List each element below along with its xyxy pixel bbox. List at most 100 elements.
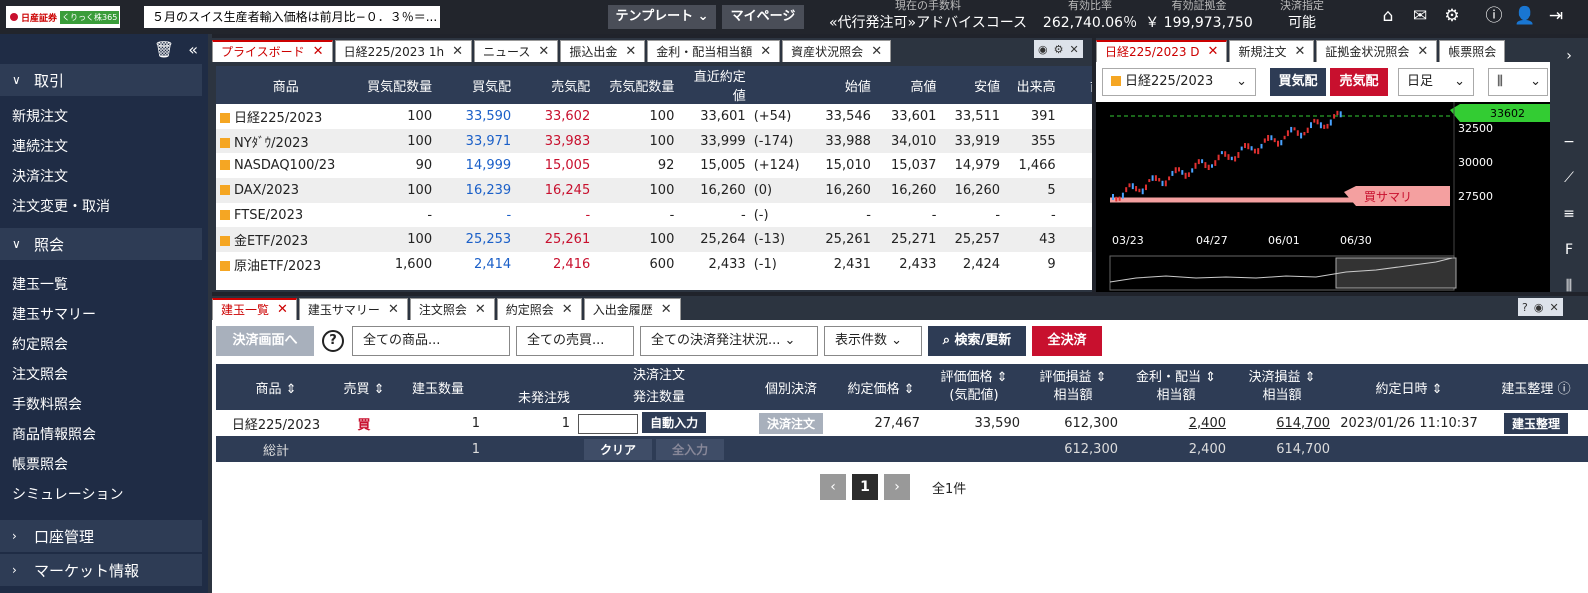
close-icon[interactable]: ✕	[452, 42, 463, 62]
tab-nikkei-1h[interactable]: 日経225/2023 1h ✕	[334, 40, 473, 62]
tab-priceboard[interactable]: プライスボード ✕	[212, 40, 333, 62]
section-trade[interactable]: ∨ 取引	[0, 64, 202, 96]
close-icon[interactable]: ✕	[760, 42, 771, 62]
header-side[interactable]: 売買 ⇕	[336, 364, 392, 410]
prev-page-button[interactable]: ‹	[820, 474, 846, 500]
trash-icon[interactable]: 🗑	[154, 40, 174, 59]
header-interest[interactable]: 金利・配当 ⇕ 相当額	[1122, 364, 1230, 410]
sidebar-item[interactable]: 手数料照会	[0, 390, 208, 420]
search-update-button[interactable]: ⌕ 検索/更新	[928, 326, 1026, 356]
sidebar-item[interactable]: 注文照会	[0, 360, 208, 390]
header-pl[interactable]: 評価損益 ⇕ 相当額	[1024, 364, 1122, 410]
count-filter[interactable]: 表示件数 ⌄	[824, 326, 922, 356]
close-icon[interactable]: ✕	[562, 300, 573, 320]
section-inquiry[interactable]: ∨ 照会	[0, 228, 202, 260]
table-row[interactable]: FTSE/2023- - - - - (-) - - - -	[216, 203, 1092, 228]
cell-interest[interactable]: 2,400	[1122, 410, 1230, 436]
cell-spl[interactable]: 614,700	[1230, 410, 1334, 436]
tab-nikkei-daily[interactable]: 日経225/2023 D ✕	[1096, 40, 1228, 62]
settle-order-button[interactable]: 決済注文	[758, 412, 823, 434]
close-icon[interactable]: ✕	[1208, 42, 1219, 62]
tab-new-order[interactable]: 新規注文 ✕	[1229, 40, 1315, 62]
settle-all-button[interactable]: 全決済	[1032, 326, 1102, 356]
ask-button[interactable]: 売気配	[1330, 68, 1388, 96]
chart-type-select[interactable]: ⫼ ⌄	[1488, 68, 1548, 96]
template-button[interactable]: テンプレート ⌄	[608, 5, 716, 29]
help-icon[interactable]: ?	[1522, 301, 1528, 314]
sidebar-item[interactable]: 注文変更・取消	[0, 192, 208, 222]
tab-assets[interactable]: 資産状況照会 ✕	[782, 40, 892, 62]
section-account[interactable]: › 口座管理	[0, 520, 202, 552]
close-icon[interactable]: ✕	[313, 42, 324, 62]
table-row[interactable]: NYﾀﾞｳ/2023 100 33,971 33,983 100 33,999 (-174)…	[216, 128, 1092, 154]
eye-icon[interactable]: ◉	[1534, 301, 1544, 314]
price-chart[interactable]: 33602 買サマリ 32500 30000 27500 03/23 04/27…	[1096, 102, 1550, 292]
collapse-icon[interactable]: «	[188, 40, 198, 59]
cleanup-button[interactable]: 建玉整理	[1503, 412, 1568, 434]
tab-margin-status[interactable]: 証拠金状況照会 ✕	[1316, 40, 1438, 62]
gear-icon[interactable]: ⚙	[1054, 43, 1064, 56]
side-filter[interactable]: 全ての売買...	[516, 326, 634, 356]
table-row[interactable]: 日経225/2023 100 33,590 33,602 100 33,601 (+54) 3…	[216, 104, 1092, 129]
company-logo[interactable]: 日産証券 くりっく株365	[6, 6, 120, 28]
close-icon[interactable]: ✕	[277, 300, 288, 320]
gear-icon[interactable]: ⚙	[1442, 6, 1462, 26]
tab-interest[interactable]: 金利・配当相当額 ✕	[647, 40, 781, 62]
status-filter[interactable]: 全ての決済発注状況... ⌄	[640, 326, 818, 356]
fill-all-button[interactable]: 全入力	[656, 438, 725, 460]
page-number[interactable]: 1	[852, 474, 878, 500]
logout-icon[interactable]: ⇥	[1546, 6, 1566, 26]
product-filter[interactable]: 全ての商品...	[352, 326, 510, 356]
header-product[interactable]: 商品 ⇕	[216, 364, 336, 410]
tab-reports[interactable]: 帳票照会	[1439, 40, 1506, 62]
close-icon[interactable]: ✕	[475, 300, 486, 320]
symbol-select[interactable]: 日経225/2023 ⌄	[1102, 68, 1256, 96]
sidebar-item[interactable]: 決済注文	[0, 162, 208, 192]
home-icon[interactable]: ⌂	[1378, 6, 1398, 26]
table-row[interactable]: NASDAQ100/23 90 14,999 15,005 92 15,005 (+124)…	[216, 153, 1092, 178]
fib-icon[interactable]: F	[1550, 232, 1588, 268]
header-valuation[interactable]: 評価価格 ⇕ (気配値)	[924, 364, 1024, 410]
sidebar-item[interactable]: 約定照会	[0, 330, 208, 360]
tab-execution-inquiry[interactable]: 約定照会 ✕	[496, 298, 582, 320]
close-icon[interactable]: ✕	[661, 300, 672, 320]
tab-order-inquiry[interactable]: 注文照会 ✕	[409, 298, 495, 320]
sidebar-item[interactable]: 建玉サマリー	[0, 300, 208, 330]
news-ticker[interactable]: ５月のスイス生産者輸入価格は前月比−０．３％＝...	[144, 6, 440, 28]
eye-icon[interactable]: ◉	[1038, 43, 1048, 56]
period-select[interactable]: 日足 ⌄	[1398, 68, 1474, 96]
clear-button[interactable]: クリア	[584, 438, 652, 460]
close-icon[interactable]: ✕	[1069, 43, 1078, 56]
sidebar-item[interactable]: 新規注文	[0, 102, 208, 132]
close-icon[interactable]: ✕	[1294, 42, 1305, 62]
close-icon[interactable]: ✕	[625, 42, 636, 62]
minus-icon[interactable]: −	[1550, 124, 1588, 160]
sidebar-item[interactable]: 連続注文	[0, 132, 208, 162]
tab-withdraw[interactable]: 振込出金 ✕	[560, 40, 646, 62]
sidebar-item[interactable]: 帳票照会	[0, 450, 208, 480]
table-row[interactable]: DAX/2023 100 16,239 16,245 100 16,260 (0) 16,26…	[216, 178, 1092, 203]
next-page-button[interactable]: ›	[884, 474, 910, 500]
close-icon[interactable]: ✕	[1549, 301, 1558, 314]
section-market[interactable]: › マーケット情報	[0, 554, 202, 586]
user-icon[interactable]: 👤	[1514, 6, 1535, 26]
order-qty-input[interactable]	[578, 413, 638, 434]
help-icon[interactable]: ?	[322, 330, 344, 352]
tab-position-summary[interactable]: 建玉サマリー ✕	[298, 298, 408, 320]
help-icon[interactable]: ⓘ	[1484, 6, 1504, 26]
table-row[interactable]: 原油ETF/2023 1,600 2,414 2,416 600 2,433 (-1) 2,4…	[216, 252, 1092, 277]
tab-deposit-history[interactable]: 入出金履歴 ✕	[583, 298, 681, 320]
table-row[interactable]: 金ETF/2023 100 25,253 25,261 100 25,264 (-13) 25…	[216, 227, 1092, 253]
auto-fill-button[interactable]: 自動入力	[642, 412, 707, 434]
line-icon[interactable]: ⟋	[1550, 160, 1588, 196]
parallel-icon[interactable]: ≡	[1550, 196, 1588, 232]
tab-news[interactable]: ニュース ✕	[474, 40, 559, 62]
sidebar-item[interactable]: シミュレーション	[0, 480, 208, 510]
close-icon[interactable]: ✕	[538, 42, 549, 62]
header-spl[interactable]: 決済損益 ⇕ 相当額	[1230, 364, 1334, 410]
close-icon[interactable]: ✕	[871, 42, 882, 62]
sidebar-item[interactable]: 建玉一覧	[0, 270, 208, 300]
mail-icon[interactable]: ✉	[1410, 6, 1430, 26]
tab-positions[interactable]: 建玉一覧 ✕	[212, 298, 297, 320]
close-icon[interactable]: ✕	[388, 300, 399, 320]
